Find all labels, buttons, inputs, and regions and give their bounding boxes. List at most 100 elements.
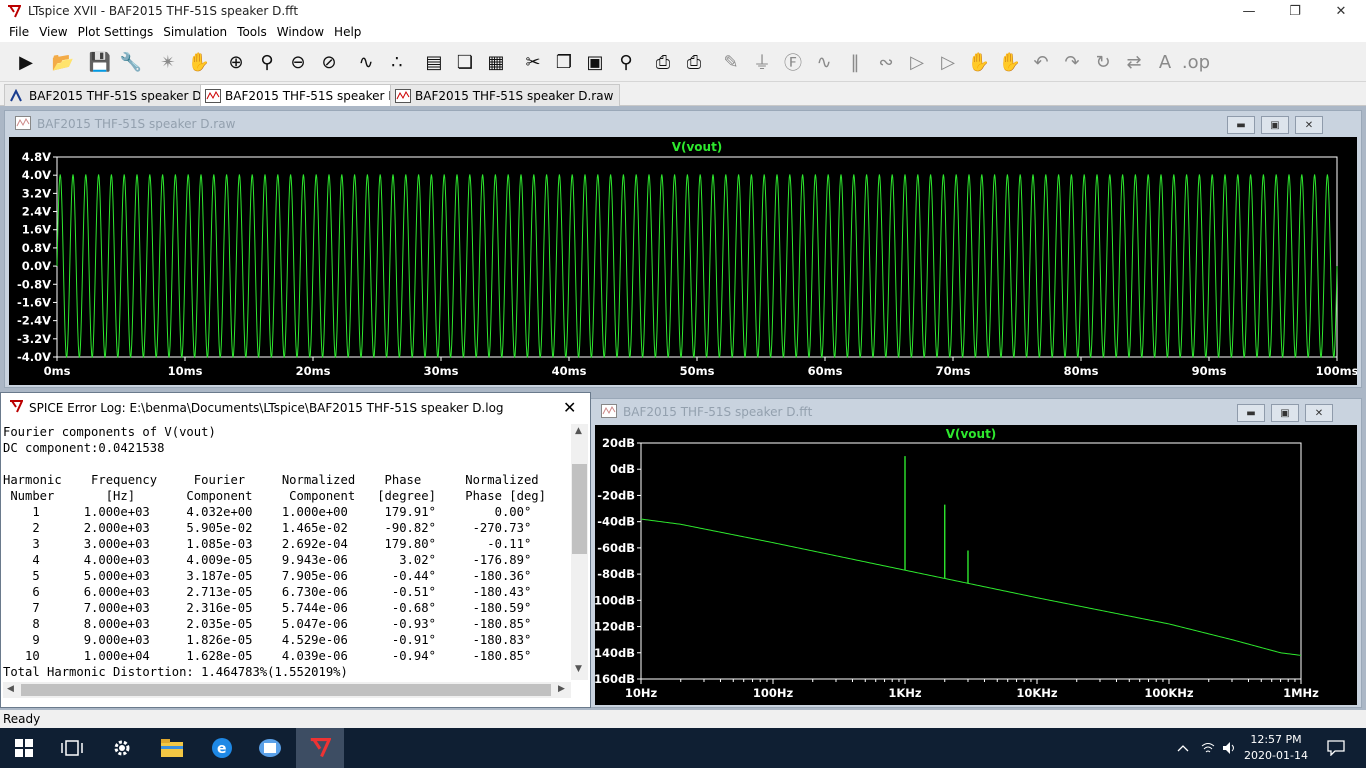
close-icon[interactable]: ✕ [1305, 404, 1333, 422]
ltspice-taskbar-icon[interactable] [296, 728, 344, 768]
x-tick-label: 100Hz [753, 686, 794, 700]
wire-icon[interactable]: ✎ [717, 48, 745, 76]
rotate-icon[interactable]: ↻ [1089, 48, 1117, 76]
file-explorer-icon[interactable] [148, 728, 196, 768]
menu-help[interactable]: Help [329, 25, 366, 39]
menu-view[interactable]: View [34, 25, 72, 39]
task-view-icon[interactable] [48, 728, 96, 768]
series-line-vout [56, 174, 1338, 358]
move-icon[interactable]: ✋ [965, 48, 993, 76]
scroll-up-icon[interactable]: ▲ [575, 426, 582, 436]
save-icon[interactable]: 💾 [86, 48, 114, 76]
fft-plot[interactable]: V(vout) 20dB 0dB -20dB -40dB -60dB -80dB -100dB… [595, 425, 1357, 705]
resistor-icon[interactable]: ∿ [810, 48, 838, 76]
wifi-icon[interactable] [1196, 728, 1220, 768]
tab-schematic[interactable]: BAF2015 THF-51S speaker D.asc [4, 84, 233, 106]
drag-icon[interactable]: ✋ [996, 48, 1024, 76]
menu-window[interactable]: Window [272, 25, 329, 39]
edge-icon[interactable]: e [198, 728, 246, 768]
log-line: Total Harmonic Distortion: 1.464783%(1.5… [3, 665, 348, 679]
menu-simulation[interactable]: Simulation [158, 25, 232, 39]
log-line: 3 3.000e+03 1.085e-03 2.692e-04 179.80° … [3, 537, 532, 551]
scroll-left-icon[interactable]: ◀ [7, 684, 14, 694]
y-tick-label: -80dB [597, 567, 635, 581]
settings-icon[interactable] [98, 728, 146, 768]
scroll-right-icon[interactable]: ▶ [558, 684, 565, 694]
zoom-fit-icon[interactable]: ⚲ [253, 48, 281, 76]
time-domain-plot[interactable]: V(vout) 4.8V 4.0V 3.2V 2.4V 1.6V 0.8V 0.0V -0.8V… [9, 137, 1357, 385]
vertical-scrollbar[interactable]: ▲ ▼ [571, 424, 588, 680]
raw-window-title: BAF2015 THF-51S speaker D.raw [37, 117, 236, 131]
minimize-icon[interactable]: ▬ [1227, 116, 1255, 134]
menu-file[interactable]: File [4, 25, 34, 39]
print-icon[interactable]: ⎙ [649, 48, 677, 76]
minimize-icon[interactable]: — [1226, 0, 1272, 22]
undo-icon[interactable]: ↶ [1027, 48, 1055, 76]
y-tick-label: 1.6V [22, 223, 51, 237]
windows-start-icon[interactable] [0, 728, 48, 768]
maximize-icon[interactable]: ▣ [1261, 116, 1289, 134]
y-tick-label: -20dB [597, 488, 635, 502]
volume-icon[interactable] [1218, 728, 1242, 768]
tile-horizontal-icon[interactable]: ▤ [420, 48, 448, 76]
log-text[interactable]: Fourier components of V(vout) DC componen… [3, 424, 571, 680]
network-app-icon[interactable] [246, 728, 294, 768]
cascade-icon[interactable]: ❏ [451, 48, 479, 76]
restore-icon[interactable]: ❐ [1272, 0, 1318, 22]
text-icon[interactable]: A [1151, 48, 1179, 76]
redo-icon[interactable]: ↷ [1058, 48, 1086, 76]
scrollbar-thumb[interactable] [572, 464, 587, 554]
inductor-icon[interactable]: ∾ [872, 48, 900, 76]
log-line: 6 6.000e+03 2.713e-05 6.730e-06 -0.51° -… [3, 585, 532, 599]
component-icon[interactable]: ▷ [934, 48, 962, 76]
raw-plot-window: BAF2015 THF-51S speaker D.raw ▬ ▣ ✕ V(vo… [4, 110, 1362, 388]
diode-icon[interactable]: ▷ [903, 48, 931, 76]
tab-fft[interactable]: BAF2015 THF-51S speaker D.fft [200, 84, 422, 106]
notifications-icon[interactable] [1316, 728, 1356, 768]
paste-icon[interactable]: ▣ [581, 48, 609, 76]
find-icon[interactable]: ⚲ [612, 48, 640, 76]
x-tick-label: 40ms [552, 364, 587, 378]
maximize-icon[interactable]: ▣ [1271, 404, 1299, 422]
menu-tools[interactable]: Tools [232, 25, 272, 39]
zoom-cancel-icon[interactable]: ⊘ [315, 48, 343, 76]
print-setup-icon[interactable]: ⎙ [680, 48, 708, 76]
cut-icon[interactable]: ✂ [519, 48, 547, 76]
close-icon[interactable]: ✕ [563, 398, 576, 417]
run-icon[interactable]: ▶ [12, 48, 40, 76]
x-tick-label: 1MHz [1283, 686, 1319, 700]
scroll-down-icon[interactable]: ▼ [575, 664, 582, 674]
pan-icon[interactable]: ✋ [185, 48, 213, 76]
label-icon[interactable]: Ⓕ [779, 48, 807, 76]
control-panel-icon[interactable]: 🔧 [117, 48, 145, 76]
ground-icon[interactable]: ⏚ [748, 48, 776, 76]
fft-icon[interactable]: ∴ [383, 48, 411, 76]
close-icon[interactable]: ✕ [1318, 0, 1364, 22]
y-tick-label: -0.8V [17, 277, 51, 291]
zoom-out-icon[interactable]: ⊖ [284, 48, 312, 76]
log-line: 1 1.000e+03 4.032e+00 1.000e+00 179.91° … [3, 505, 532, 519]
y-tick-label: 3.2V [22, 186, 51, 200]
zoom-in-icon[interactable]: ⊕ [222, 48, 250, 76]
capacitor-icon[interactable]: ‖ [841, 48, 869, 76]
spice-directive-icon[interactable]: .op [1182, 48, 1210, 76]
horizontal-scrollbar[interactable]: ◀ ▶ [3, 682, 571, 698]
plot-frame [640, 442, 1302, 680]
tile-vertical-icon[interactable]: ▦ [482, 48, 510, 76]
copy-icon[interactable]: ❐ [550, 48, 578, 76]
scrollbar-thumb[interactable] [21, 684, 551, 696]
x-tick-label: 0ms [44, 364, 71, 378]
clock-date: 2020-01-14 [1244, 749, 1308, 762]
x-tick-label: 50ms [680, 364, 715, 378]
ltspice-app-icon[interactable] [6, 4, 22, 18]
system-clock[interactable]: 12:57 PM 2020-01-14 [1240, 732, 1312, 764]
minimize-icon[interactable]: ▬ [1237, 404, 1265, 422]
halt-icon[interactable]: ✴ [154, 48, 182, 76]
close-icon[interactable]: ✕ [1295, 116, 1323, 134]
tab-raw[interactable]: BAF2015 THF-51S speaker D.raw [390, 84, 621, 106]
mirror-icon[interactable]: ⇄ [1120, 48, 1148, 76]
title-bar: LTspice XVII - BAF2015 THF-51S speaker D… [0, 0, 1366, 22]
open-icon[interactable]: 📂 [49, 48, 77, 76]
menu-plot-settings[interactable]: Plot Settings [73, 25, 159, 39]
autorange-icon[interactable]: ∿ [352, 48, 380, 76]
